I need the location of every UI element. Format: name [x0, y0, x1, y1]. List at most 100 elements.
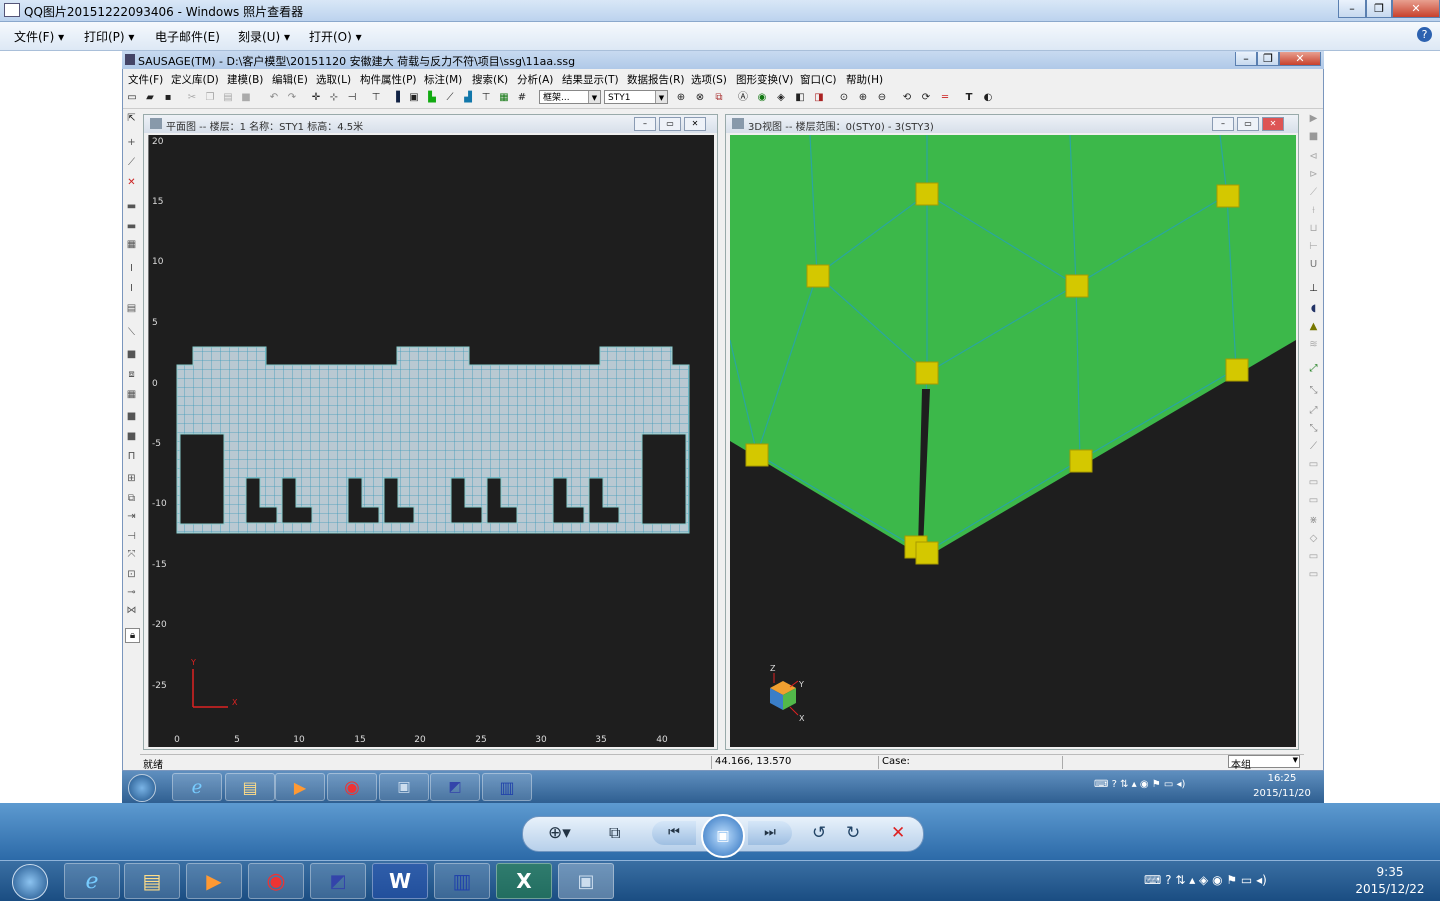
app-menu-search[interactable]: 搜索(K) — [472, 72, 508, 87]
app-menu-file[interactable]: 文件(F) — [128, 72, 163, 87]
zoom-window-icon[interactable]: ⊕ — [674, 91, 688, 105]
app-menu-annotate[interactable]: 标注(M) — [424, 72, 462, 87]
ie-icon[interactable]: ℯ — [172, 773, 222, 801]
start-orb-icon[interactable] — [128, 774, 156, 802]
grid-icon[interactable]: # — [515, 91, 529, 105]
view3d-close-button[interactable]: ✕ — [1262, 117, 1284, 131]
move-tool-icon[interactable]: ⇥ — [125, 510, 138, 523]
tool-u-icon[interactable]: ▭ — [1307, 568, 1320, 581]
chrome-icon[interactable]: ◉ — [327, 773, 377, 801]
mesh-tool-icon[interactable]: ▦ — [125, 388, 138, 401]
tool-q-icon[interactable]: ▭ — [1307, 494, 1320, 507]
snap-node-icon[interactable]: ⊣ — [345, 91, 359, 105]
zoom-all-icon[interactable]: ⊗ — [693, 91, 707, 105]
element-type-select[interactable]: 框架... ▼ — [539, 90, 601, 104]
tool-p-icon[interactable]: ▭ — [1307, 476, 1320, 489]
tool-m-icon[interactable]: ⤡ — [1307, 422, 1320, 435]
text-tool-button[interactable]: T — [962, 91, 976, 105]
app-menu-model[interactable]: 建模(B) — [227, 72, 263, 87]
cube-icon[interactable]: ◈ — [774, 91, 788, 105]
rotate-left-icon[interactable]: ⟲ — [900, 91, 914, 105]
zoom-in-icon[interactable]: ⊕ — [856, 91, 870, 105]
tool-k-icon[interactable]: ⤡ — [1307, 384, 1320, 397]
sausage-app-icon[interactable]: ▥ — [482, 773, 532, 801]
split-icon[interactable]: ✕ — [125, 176, 138, 189]
copy-tool-icon[interactable]: ⧉ — [125, 492, 138, 505]
rotate-cw-icon[interactable]: ↻ — [846, 823, 860, 843]
eye-icon[interactable]: ◉ — [755, 91, 769, 105]
taskbar-word-icon[interactable]: W — [372, 863, 428, 899]
column-icon[interactable]: ▐ — [389, 91, 403, 105]
open-folder-icon[interactable]: ▰ — [143, 91, 157, 105]
snap-grid-icon[interactable]: ✛ — [309, 91, 323, 105]
stop-icon[interactable]: ■ — [1307, 130, 1320, 143]
lock-icon[interactable]: 🔒︎ — [125, 628, 140, 643]
app-menu-props[interactable]: 构件属性(P) — [360, 72, 417, 87]
plate2-tool-icon[interactable]: ■ — [125, 430, 138, 443]
undo-icon[interactable]: ↶ — [267, 91, 281, 105]
taskbar-photo-viewer-icon[interactable]: ▣ — [558, 863, 614, 899]
tool-e-icon[interactable]: U — [1307, 258, 1320, 271]
next-button[interactable]: ⏭ — [748, 821, 792, 845]
add-node-icon[interactable]: + — [125, 136, 138, 149]
app-close-button[interactable]: ✕ — [1279, 52, 1321, 66]
zoom-icon[interactable]: ⊕▾ — [548, 823, 571, 843]
zoom-fit-icon[interactable]: ⊙ — [837, 91, 851, 105]
media-player-icon[interactable]: ▶ — [275, 773, 325, 801]
network-icon[interactable]: ▣ — [379, 773, 429, 801]
taskbar-chrome-icon[interactable]: ◉ — [248, 863, 304, 899]
minimize-button[interactable]: – — [1338, 0, 1366, 18]
slab-tool-icon[interactable]: ■ — [125, 348, 138, 361]
plan-close-button[interactable]: ✕ — [684, 117, 706, 131]
previous-button[interactable]: ⏮ — [652, 821, 696, 845]
tool-c-icon[interactable]: ⊔ — [1307, 222, 1320, 235]
group-select[interactable]: 本组 ▼ — [1228, 755, 1300, 771]
plan-maximize-button[interactable]: ▭ — [659, 117, 681, 131]
stair-tool-icon[interactable]: ⧈ — [125, 368, 138, 381]
app-menu-analyze[interactable]: 分析(A) — [517, 72, 553, 87]
menu-burn[interactable]: 刻录(U) ▾ — [238, 28, 290, 45]
app-menu-report[interactable]: 数据报告(R) — [627, 72, 685, 87]
tool-l-icon[interactable]: ⤢ — [1307, 404, 1320, 417]
tool-d-icon[interactable]: ⊢ — [1307, 240, 1320, 253]
taskbar-remote-icon[interactable]: ◩ — [310, 863, 366, 899]
story-select[interactable]: STY1 ▼ — [604, 90, 668, 104]
array-tool-icon[interactable]: ⊡ — [125, 568, 138, 581]
offset-tool-icon[interactable]: ⊸ — [125, 586, 138, 599]
copy-icon[interactable]: ❐ — [203, 91, 217, 105]
tool-h-icon[interactable]: ▲ — [1307, 320, 1320, 333]
support-icon[interactable]: ▟ — [461, 91, 475, 105]
view3d-minimize-button[interactable]: – — [1212, 117, 1234, 131]
beam-icon[interactable]: ⊤ — [369, 91, 383, 105]
app-menu-results[interactable]: 结果显示(T) — [562, 72, 619, 87]
app-menu-transform[interactable]: 图形变换(V) — [736, 72, 793, 87]
help-icon[interactable]: ? — [1417, 27, 1432, 42]
menu-open[interactable]: 打开(O) ▾ — [309, 28, 362, 45]
plan-minimize-button[interactable]: – — [634, 117, 656, 131]
taskbar-media-icon[interactable]: ▶ — [186, 863, 242, 899]
beam2-tool-icon[interactable]: ▬ — [125, 220, 138, 233]
tool-f-icon[interactable]: ⊥ — [1307, 282, 1320, 295]
layers-icon[interactable]: ⧉ — [712, 91, 726, 105]
panel-icon[interactable]: ▦ — [497, 91, 511, 105]
tool-o-icon[interactable]: ▭ — [1307, 458, 1320, 471]
save-icon[interactable]: ▪ — [161, 91, 175, 105]
step-forward-icon[interactable]: ⊳ — [1307, 168, 1320, 181]
cube2-icon[interactable]: ◧ — [793, 91, 807, 105]
node-tool-icon[interactable]: ⋈ — [125, 604, 138, 617]
column2-tool-icon[interactable]: Ι — [125, 282, 138, 295]
rotate-right-icon[interactable]: ⟳ — [919, 91, 933, 105]
app-menu-help[interactable]: 帮助(H) — [846, 72, 883, 87]
mirror-tool-icon[interactable]: ⊣ — [125, 530, 138, 543]
grid-tool-icon[interactable]: ▦ — [125, 238, 138, 251]
load-icon[interactable]: ⊤ — [479, 91, 493, 105]
tool-n-icon[interactable]: ⟋ — [1307, 440, 1320, 453]
snap-point-icon[interactable]: ⊹ — [327, 91, 341, 105]
paste-icon[interactable]: ▤ — [221, 91, 235, 105]
view3d-maximize-button[interactable]: ▭ — [1237, 117, 1259, 131]
contrast-icon[interactable]: ◐ — [981, 91, 995, 105]
menu-email[interactable]: 电子邮件(E) — [155, 28, 220, 45]
plate-tool-icon[interactable]: ■ — [125, 410, 138, 423]
app-menu-select[interactable]: 选取(L) — [316, 72, 351, 87]
scale-tool-icon[interactable]: ⤧ — [125, 548, 138, 561]
